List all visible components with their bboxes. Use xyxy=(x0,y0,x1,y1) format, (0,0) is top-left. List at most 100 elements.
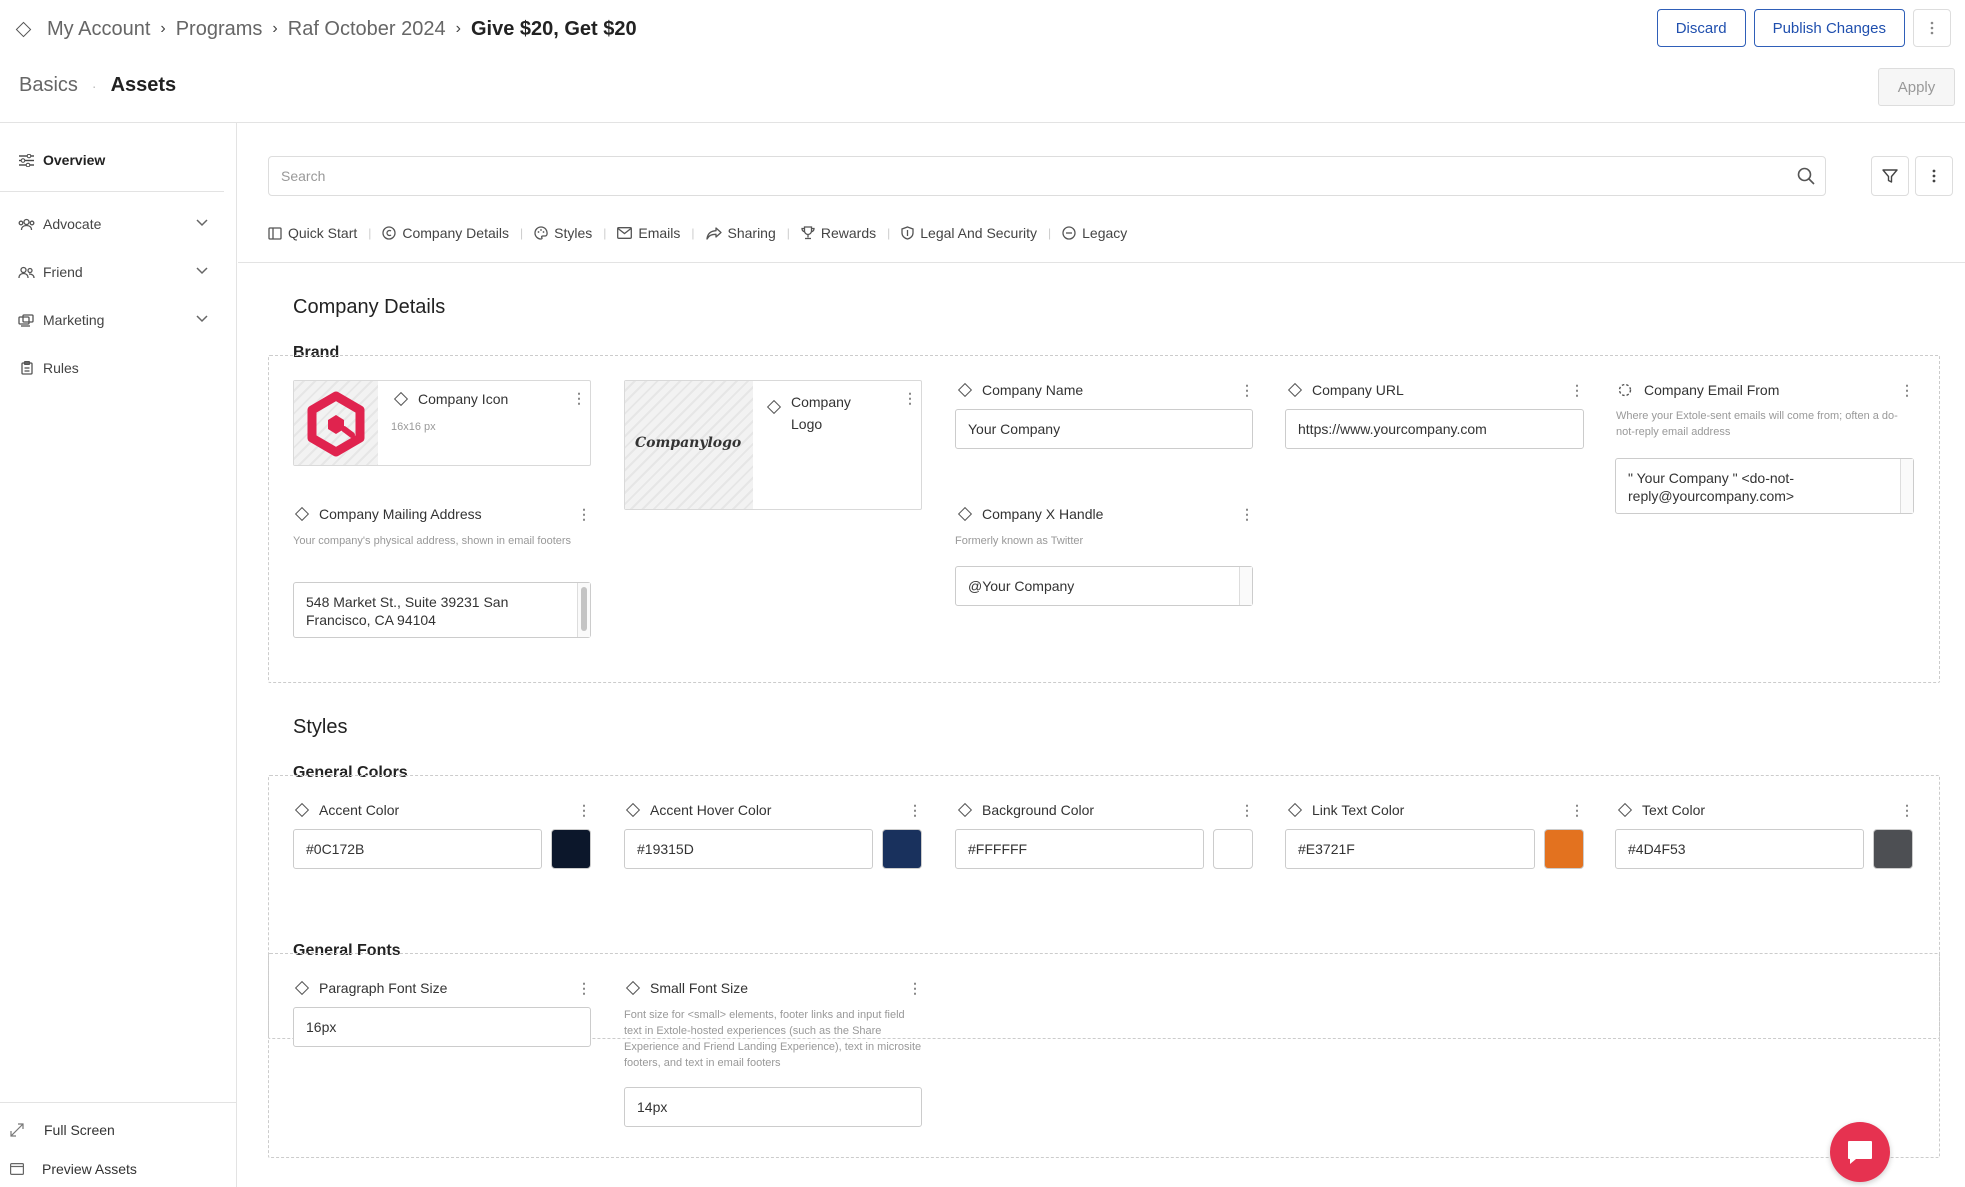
company-logo-thumb: Companylogo xyxy=(625,381,753,509)
tab-styles[interactable]: Styles xyxy=(534,225,592,241)
text-color-input[interactable]: #4D4F53 xyxy=(1615,829,1864,869)
full-screen-button[interactable]: Full Screen xyxy=(10,1122,115,1138)
tab-quick-start[interactable]: Quick Start xyxy=(268,225,357,241)
kebab-icon[interactable]: ⋮ xyxy=(1570,803,1584,817)
search-more-button[interactable] xyxy=(1915,156,1953,196)
breadcrumb-programs[interactable]: Programs xyxy=(176,18,263,41)
kebab-icon[interactable]: ⋮ xyxy=(1900,803,1914,817)
company-url-label-text: Company URL xyxy=(1312,382,1404,398)
preview-assets-button[interactable]: Preview Assets xyxy=(10,1161,137,1177)
company-name-label: Company Name xyxy=(956,382,1083,398)
start-icon xyxy=(268,226,282,240)
kebab-icon[interactable]: ⋮ xyxy=(1900,383,1914,397)
chat-support-button[interactable] xyxy=(1830,1122,1890,1182)
text-color-swatch[interactable] xyxy=(1873,829,1913,869)
tab-label: Quick Start xyxy=(288,225,358,241)
background-color-input[interactable]: #FFFFFF xyxy=(955,829,1204,869)
chevron-down-icon xyxy=(196,216,208,230)
diamond-icon xyxy=(625,802,641,818)
apply-button[interactable]: Apply xyxy=(1878,68,1955,106)
sidebar-item-marketing[interactable]: Marketing xyxy=(18,308,208,332)
general-fonts-group xyxy=(268,953,1940,1158)
sidebar-bottom-divider xyxy=(0,1102,237,1103)
background-color-swatch[interactable] xyxy=(1213,829,1253,869)
breadcrumb-my-account[interactable]: My Account xyxy=(47,18,150,41)
small-font-size-label-text: Small Font Size xyxy=(650,980,749,996)
company-logo-text: Companylogo xyxy=(635,435,742,451)
small-font-size-hint: Font size for <small> elements, footer l… xyxy=(624,1009,922,1069)
tab-separator: | xyxy=(691,226,695,240)
filter-button[interactable] xyxy=(1871,156,1909,196)
kebab-icon[interactable]: ⋮ xyxy=(1570,383,1584,397)
scrollbar[interactable] xyxy=(577,583,590,637)
paragraph-font-size-label-text: Paragraph Font Size xyxy=(319,980,448,996)
discard-button[interactable]: Discard xyxy=(1656,9,1746,47)
kebab-icon[interactable]: ⋮ xyxy=(1240,507,1254,521)
kebab-icon[interactable]: ⋮ xyxy=(577,981,591,995)
publish-changes-button[interactable]: Publish Changes xyxy=(1753,9,1905,47)
diamond-icon xyxy=(294,802,310,818)
kebab-icon[interactable]: ⋮ xyxy=(577,507,591,521)
filter-icon xyxy=(1882,169,1898,183)
sidebar-item-overview[interactable]: Overview xyxy=(18,148,208,172)
mailing-address-input[interactable]: 548 Market St., Suite 39231 San Francisc… xyxy=(293,582,591,638)
company-url-input[interactable]: https://www.yourcompany.com xyxy=(1285,409,1584,449)
company-email-from-input[interactable]: " Your Company " <do-not-reply@yourcompa… xyxy=(1615,458,1914,514)
kebab-icon[interactable]: ⋮ xyxy=(903,391,917,405)
kebab-icon[interactable]: ⋮ xyxy=(1240,383,1254,397)
accent-hover-color-input[interactable]: #19315D xyxy=(624,829,873,869)
accent-color-input[interactable]: #0C172B xyxy=(293,829,542,869)
tab-rewards[interactable]: Rewards xyxy=(801,225,876,241)
tab-emails[interactable]: Emails xyxy=(617,225,680,241)
search-icon[interactable] xyxy=(1797,167,1815,185)
accent-hover-color-swatch[interactable] xyxy=(882,829,922,869)
scrollbar-thumb[interactable] xyxy=(581,587,587,631)
small-font-size-input[interactable]: 14px xyxy=(624,1087,922,1127)
tabs-divider xyxy=(238,262,1965,263)
copyright-icon xyxy=(382,226,397,240)
link-text-color-input[interactable]: #E3721F xyxy=(1285,829,1535,869)
tab-assets[interactable]: Assets xyxy=(111,74,177,97)
sidebar-item-friend[interactable]: Friend xyxy=(18,260,208,284)
accent-color-swatch[interactable] xyxy=(551,829,591,869)
paragraph-font-size-input[interactable]: 16px xyxy=(293,1007,591,1047)
tab-company-details[interactable]: Company Details xyxy=(382,225,509,241)
campaign-icon xyxy=(18,313,35,327)
company-icon-card[interactable]: Company Icon 16x16 px ⋮ xyxy=(293,380,591,466)
scrollbar[interactable] xyxy=(1239,567,1252,605)
more-options-button[interactable] xyxy=(1913,9,1951,47)
company-name-input[interactable]: Your Company xyxy=(955,409,1253,449)
asset-nav-tabs: Quick Start | Company Details | Styles |… xyxy=(268,221,1127,245)
scrollbar[interactable] xyxy=(1900,459,1913,513)
chat-icon xyxy=(1848,1141,1872,1164)
text-color-label: Text Color xyxy=(1616,802,1705,818)
tab-basics[interactable]: Basics xyxy=(19,74,78,97)
x-handle-label-text: Company X Handle xyxy=(982,506,1104,522)
accent-hover-color-label-text: Accent Hover Color xyxy=(650,802,772,818)
company-email-from-hint: Where your Extole-sent emails will come … xyxy=(1616,410,1898,438)
kebab-icon[interactable]: ⋮ xyxy=(908,803,922,817)
sidebar-item-rules[interactable]: Rules xyxy=(18,356,208,380)
diamond-icon xyxy=(1617,802,1633,818)
kebab-icon[interactable]: ⋮ xyxy=(1240,803,1254,817)
breadcrumb-current: Give $20, Get $20 xyxy=(470,17,637,40)
tab-legal-and-security[interactable]: Legal And Security xyxy=(901,225,1037,241)
kebab-icon[interactable]: ⋮ xyxy=(908,981,922,995)
diamond-icon xyxy=(766,399,782,415)
search-input[interactable] xyxy=(269,157,1749,195)
sidebar-item-advocate[interactable]: Advocate xyxy=(18,212,208,236)
link-text-color-swatch[interactable] xyxy=(1544,829,1584,869)
tab-legacy[interactable]: Legacy xyxy=(1062,225,1127,241)
shield-icon xyxy=(901,226,914,240)
diamond-icon xyxy=(957,802,973,818)
mail-icon xyxy=(617,227,633,239)
diamond-icon xyxy=(957,382,973,398)
kebab-icon[interactable]: ⋮ xyxy=(572,391,586,405)
tab-sharing[interactable]: Sharing xyxy=(705,225,776,241)
x-handle-input[interactable]: @Your Company xyxy=(955,566,1253,606)
breadcrumb-program[interactable]: Raf October 2024 xyxy=(288,18,446,41)
company-logo-card[interactable]: Companylogo Company Logo ⋮ xyxy=(624,380,922,510)
link-text-color-label: Link Text Color xyxy=(1286,802,1404,818)
kebab-icon[interactable]: ⋮ xyxy=(577,803,591,817)
background-color-label-text: Background Color xyxy=(982,802,1095,818)
